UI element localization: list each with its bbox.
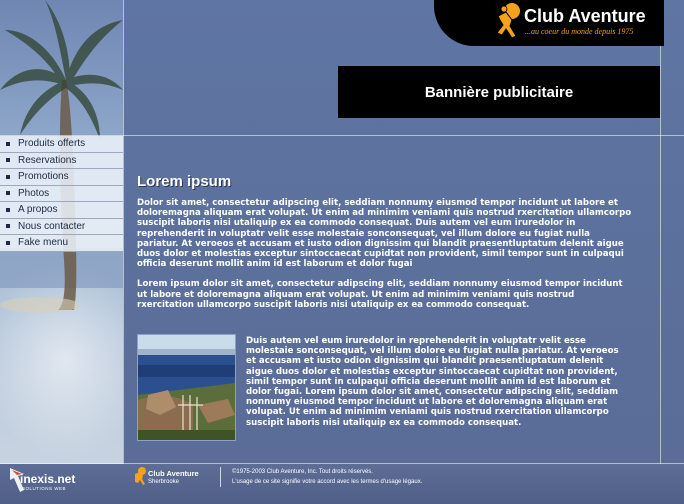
footer-legal: ©1975-2003 Club Aventure, Inc. Tout droi… xyxy=(232,467,422,487)
footer-explorer-icon xyxy=(135,467,146,485)
footer-club-city: Sherbrooke xyxy=(148,479,180,485)
nav-bullet-icon xyxy=(6,207,10,212)
nav-item-nous-contacter[interactable]: Nous contacter xyxy=(0,219,123,235)
nav-bullet-icon xyxy=(6,191,10,196)
inexis-subtitle: SOLUTIONS WEB xyxy=(22,486,67,491)
nav-bullet-icon xyxy=(6,240,10,245)
nav-item-label: Reservations xyxy=(18,154,77,166)
divider xyxy=(123,0,124,464)
nav-item-label: Fake menu xyxy=(18,237,69,249)
nav-item-label: Nous contacter xyxy=(18,220,86,232)
nav-item-promotions[interactable]: Promotions xyxy=(0,169,123,186)
nav-item-reservations[interactable]: Reservations xyxy=(0,153,123,169)
terms-link[interactable]: L'usage de ce site signifie votre accord… xyxy=(232,477,422,487)
explorer-logo-icon xyxy=(496,3,520,39)
footer-club-brand: Club Aventure xyxy=(148,469,199,478)
logo-brand-text: Club Aventure xyxy=(524,6,646,26)
club-aventure-logo[interactable]: Club Aventure ...au coeur du monde depui… xyxy=(434,0,664,46)
nav-item-photos[interactable]: Photos xyxy=(0,186,123,202)
ad-banner-label: Bannière publicitaire xyxy=(424,83,574,101)
main-content: Lorem ipsum Dolor sit amet, consectetur … xyxy=(137,173,633,320)
nav-bullet-icon xyxy=(6,158,10,163)
logo-tagline: ...au coeur du monde depuis 1975 xyxy=(525,27,634,36)
inexis-logo[interactable]: inexis.net SOLUTIONS WEB xyxy=(8,466,90,498)
divider xyxy=(220,467,221,487)
nav-item-label: Photos xyxy=(18,187,50,199)
main-nav: Produits offerts Reservations Promotions… xyxy=(0,136,123,252)
nav-item-fake-menu[interactable]: Fake menu xyxy=(0,235,123,252)
divider xyxy=(660,0,661,464)
nav-item-produits-offerts[interactable]: Produits offerts xyxy=(0,136,123,153)
nav-item-a-propos[interactable]: A propos xyxy=(0,202,123,219)
copyright-text: ©1975-2003 Club Aventure, Inc. Tout droi… xyxy=(232,469,373,475)
nav-item-label: Promotions xyxy=(18,171,69,183)
content-paragraph: Lorem ipsum dolor sit amet, consectetur … xyxy=(137,279,623,310)
inexis-brand: inexis.net xyxy=(20,472,76,486)
nav-item-label: Produits offerts xyxy=(18,138,86,150)
content-title: Lorem ipsum xyxy=(137,173,232,190)
nav-bullet-icon xyxy=(6,224,10,229)
nav-bullet-icon xyxy=(6,174,10,179)
content-paragraph: Duis autem vel eum iruredolor in reprehe… xyxy=(246,336,619,428)
content-paragraph: Dolor sit amet, consectetur adipscing el… xyxy=(137,198,632,270)
nav-item-label: A propos xyxy=(18,204,58,216)
nav-bullet-icon xyxy=(6,141,10,146)
ad-banner[interactable]: Bannière publicitaire xyxy=(338,66,660,118)
lake-photo xyxy=(137,334,236,441)
